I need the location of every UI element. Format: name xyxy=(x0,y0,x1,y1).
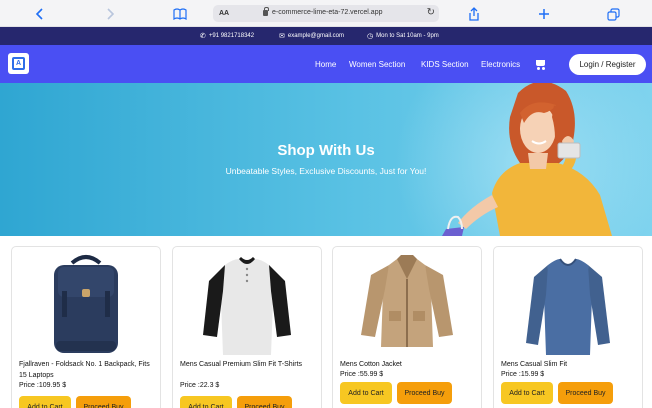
proceed-buy-button[interactable]: Proceed Buy xyxy=(76,396,131,408)
address-bar[interactable]: AA e-commerce-lime-eta-72.vercel.app ↻ xyxy=(213,5,439,22)
product-card: Mens Casual Slim Fit Price :15.99 $ Add … xyxy=(493,246,643,408)
site-logo[interactable]: A xyxy=(8,53,29,74)
cart-icon[interactable] xyxy=(534,58,546,70)
email-info: ✉ example@gmail.com xyxy=(279,32,344,40)
add-to-cart-button[interactable]: Add to Cart xyxy=(19,396,71,408)
new-tab-icon[interactable] xyxy=(535,5,553,23)
clock-icon: ◷ xyxy=(367,33,374,40)
phone-icon: ✆ xyxy=(200,33,206,40)
product-price: Price :22.3 $ xyxy=(180,382,220,389)
contact-info-bar: ✆ +91 9821718342 ✉ example@gmail.com ◷ M… xyxy=(0,27,652,45)
mail-icon: ✉ xyxy=(279,33,285,40)
product-name: Mens Casual Premium Slim Fit T-Shirts xyxy=(180,361,303,368)
proceed-buy-button[interactable]: Proceed Buy xyxy=(397,382,452,404)
hero-subtitle: Unbeatable Styles, Exclusive Discounts, … xyxy=(225,166,427,176)
forward-icon[interactable] xyxy=(101,5,119,23)
reader-book-icon[interactable] xyxy=(171,5,189,23)
nav-link-home[interactable]: Home xyxy=(315,60,336,69)
share-icon[interactable] xyxy=(465,5,483,23)
nav-link-electronics[interactable]: Electronics xyxy=(481,60,520,69)
add-to-cart-button[interactable]: Add to Cart xyxy=(501,382,553,404)
lock-icon xyxy=(263,7,269,16)
product-name: Mens Cotton Jacket xyxy=(340,361,402,368)
hero-banner: Shop With Us Unbeatable Styles, Exclusiv… xyxy=(0,83,652,236)
product-card: Mens Cotton Jacket Price :55.99 $ Add to… xyxy=(332,246,482,408)
product-price: Price :109.95 $ xyxy=(19,382,67,389)
hours-info: ◷ Mon to Sat 10am - 9pm xyxy=(367,32,439,40)
back-icon[interactable] xyxy=(31,5,49,23)
product-card: Mens Casual Premium Slim Fit T-Shirts Pr… xyxy=(172,246,322,408)
product-image-jacket[interactable] xyxy=(333,251,481,357)
add-to-cart-button[interactable]: Add to Cart xyxy=(180,396,232,408)
email-address: example@gmail.com xyxy=(287,33,344,39)
product-image-slim-fit[interactable] xyxy=(494,251,642,357)
product-card: Fjallraven - Foldsack No. 1 Backpack, Fi… xyxy=(11,246,161,408)
phone-info: ✆ +91 9821718342 xyxy=(200,32,254,40)
nav-link-women-section[interactable]: Women Section xyxy=(349,60,405,69)
text-size-button[interactable]: AA xyxy=(219,10,229,17)
product-image-tshirt[interactable] xyxy=(173,251,321,357)
browser-toolbar: AA e-commerce-lime-eta-72.vercel.app ↻ xyxy=(0,0,652,27)
hero-title: Shop With Us xyxy=(277,142,375,159)
login-register-button[interactable]: Login / Register xyxy=(569,54,646,75)
product-name: Mens Casual Slim Fit xyxy=(501,361,568,368)
phone-number: +91 9821718342 xyxy=(208,33,255,39)
proceed-buy-button[interactable]: Proceed Buy xyxy=(558,382,613,404)
product-name: Fjallraven - Foldsack No. 1 Backpack, Fi… xyxy=(19,361,150,379)
tabs-overview-icon[interactable] xyxy=(604,5,622,23)
proceed-buy-button[interactable]: Proceed Buy xyxy=(237,396,292,408)
hero-model-image xyxy=(442,83,612,236)
main-navbar: A Home Women Section KIDS Section Electr… xyxy=(0,45,652,83)
product-price: Price :55.99 $ xyxy=(340,371,384,378)
business-hours: Mon to Sat 10am - 9pm xyxy=(376,33,439,39)
add-to-cart-button[interactable]: Add to Cart xyxy=(340,382,392,404)
product-image-backpack[interactable] xyxy=(12,251,160,357)
nav-link-kids-section[interactable]: KIDS Section xyxy=(421,60,469,69)
url-text: e-commerce-lime-eta-72.vercel.app xyxy=(272,9,383,16)
logo-mark-icon: A xyxy=(12,57,25,70)
reload-icon[interactable]: ↻ xyxy=(427,7,435,18)
product-grid: Fjallraven - Foldsack No. 1 Backpack, Fi… xyxy=(0,236,652,408)
product-price: Price :15.99 $ xyxy=(501,371,545,378)
